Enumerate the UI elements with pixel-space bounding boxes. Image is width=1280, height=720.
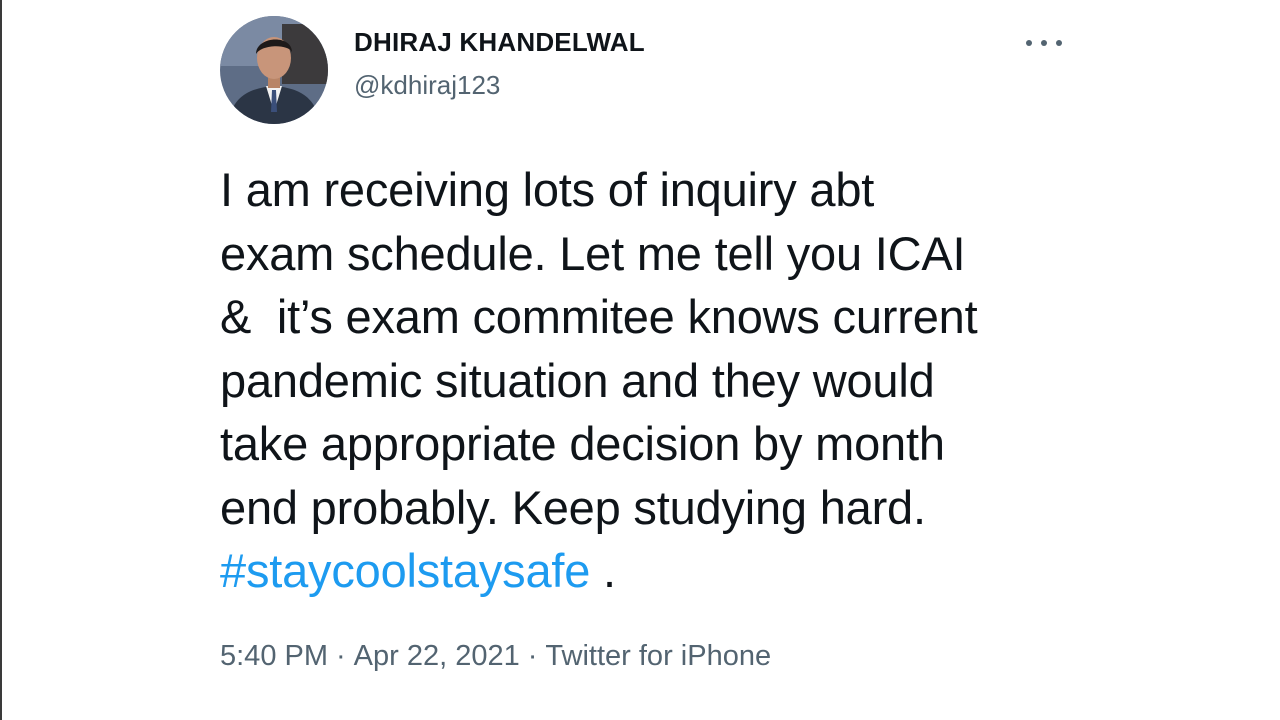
tweet-line: pandemic situation and they would <box>220 353 935 407</box>
tweet-meta: 5:40 PM · Apr 22, 2021 · Twitter for iPhone <box>220 640 771 673</box>
profile-photo-icon <box>220 16 328 124</box>
left-border <box>0 0 2 720</box>
dot <box>1041 40 1047 46</box>
avatar[interactable] <box>220 16 328 124</box>
trailing-text: . <box>590 544 616 597</box>
screenshot-frame: DHIRAJ KHANDELWAL @kdhiraj123 I am recei… <box>0 0 1280 720</box>
dot <box>1026 40 1032 46</box>
tweet-line-hashtag: #staycoolstaysafe . <box>220 539 1080 603</box>
tweet-date[interactable]: Apr 22, 2021 <box>354 640 520 672</box>
tweet-text: I am receiving lots of inquiry abt exam … <box>220 158 1080 603</box>
display-name[interactable]: DHIRAJ KHANDELWAL <box>354 27 645 58</box>
tweet-line: end probably. Keep studying hard. <box>220 480 926 534</box>
tweet-line: exam schedule. Let me tell you ICAI <box>220 226 966 280</box>
dot <box>1056 40 1062 46</box>
meta-separator: · <box>527 640 538 672</box>
tweet-time[interactable]: 5:40 PM <box>220 640 328 672</box>
tweet-line: & it’s exam commitee knows current <box>220 290 978 343</box>
user-handle[interactable]: @kdhiraj123 <box>354 70 500 101</box>
meta-separator: · <box>336 640 346 672</box>
more-options-icon[interactable] <box>1026 33 1062 53</box>
hashtag-link[interactable]: #staycoolstaysafe <box>220 544 590 597</box>
tweet-source[interactable]: Twitter for iPhone <box>545 640 771 672</box>
tweet-line: I am receiving lots of inquiry abt <box>220 163 875 216</box>
tweet-card: DHIRAJ KHANDELWAL @kdhiraj123 I am recei… <box>184 0 1094 720</box>
tweet-line: take appropriate decision by month <box>220 417 945 470</box>
